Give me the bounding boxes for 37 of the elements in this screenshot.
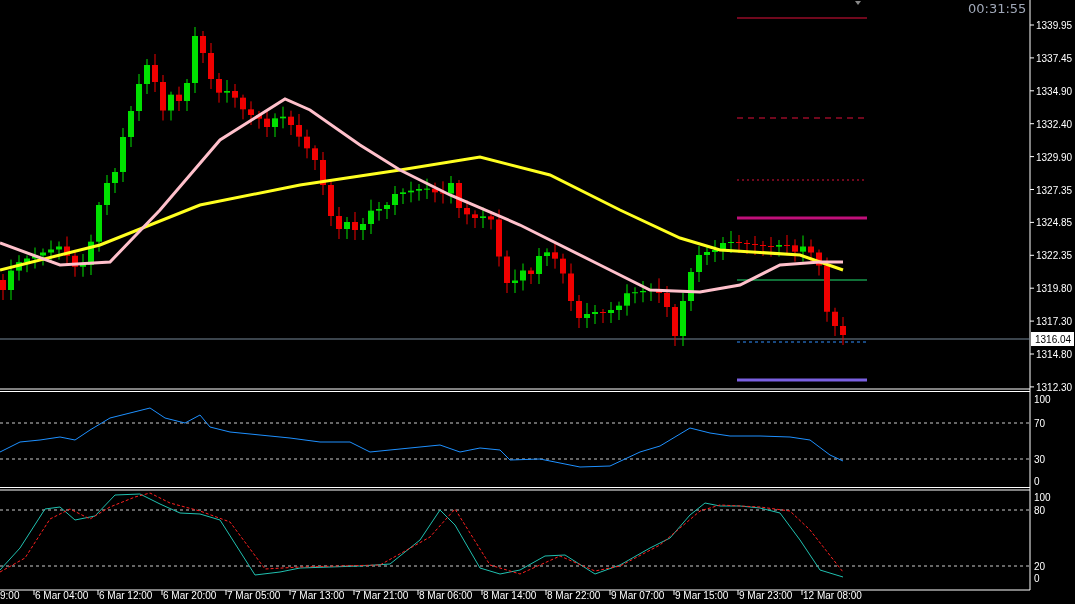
- price-axis-label: 1314.80: [1036, 349, 1073, 360]
- price-axis-label: 1337.45: [1036, 52, 1073, 64]
- current-price-label: 1316.04: [1031, 332, 1074, 346]
- price-axis-label: 1312.30: [1036, 381, 1073, 393]
- time-axis-label: 9 Mar 23:00: [739, 590, 793, 601]
- time-axis-label: 9 Mar 07:00: [611, 590, 665, 601]
- time-axis-label: 9:00: [0, 590, 20, 601]
- price-axis-label: 1329.90: [1036, 151, 1073, 163]
- rsi-axis-label: 0: [1034, 476, 1040, 487]
- rsi-axis-label: 70: [1034, 418, 1046, 429]
- rsi-axis-label: 30: [1034, 454, 1046, 465]
- price-axis-label: 1317.30: [1036, 316, 1073, 328]
- price-axis-label: 1332.40: [1036, 118, 1073, 130]
- price-axis-label: 1319.80: [1036, 283, 1073, 295]
- price-axis-label: 1322.35: [1036, 250, 1073, 262]
- time-axis-label: 7 Mar 21:00: [355, 590, 409, 601]
- time-axis-label: 6 Mar 12:00: [99, 590, 153, 601]
- time-axis-label: 8 Mar 14:00: [483, 590, 537, 601]
- countdown-timer: 00:31:55: [968, 1, 1027, 16]
- price-axis-label: 1324.85: [1036, 217, 1073, 229]
- time-axis-label: 8 Mar 22:00: [547, 590, 601, 601]
- stochastic-axis-label: 20: [1034, 561, 1046, 572]
- triangle-marker-icon: [855, 1, 861, 5]
- time-axis-label: 6 Mar 20:00: [163, 590, 217, 601]
- stochastic-axis-label: 80: [1034, 505, 1046, 516]
- price-axis-label: 1339.95: [1036, 20, 1073, 31]
- stochastic-axis-label: 100: [1034, 492, 1051, 503]
- time-axis-label: 8 Mar 06:00: [419, 590, 473, 601]
- time-axis-label: 7 Mar 05:00: [227, 590, 281, 601]
- rsi-axis-label: 100: [1034, 394, 1051, 405]
- time-axis-label: 9 Mar 15:00: [675, 590, 729, 601]
- stochastic-axis-label: 0: [1034, 573, 1040, 584]
- price-axis-label: 1327.35: [1036, 184, 1073, 196]
- time-axis-label: 12 Mar 08:00: [803, 590, 862, 601]
- time-axis-label: 6 Mar 04:00: [35, 590, 89, 601]
- time-axis-label: 7 Mar 13:00: [291, 590, 345, 601]
- price-axis-label: 1334.90: [1036, 85, 1073, 97]
